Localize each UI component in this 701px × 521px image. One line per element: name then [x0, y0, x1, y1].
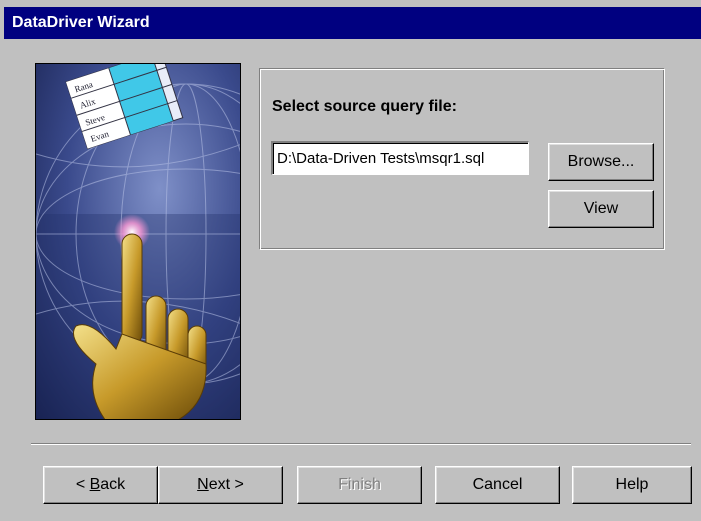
next-label-hotkey: N: [197, 476, 209, 493]
window-title: DataDriver Wizard: [12, 14, 150, 31]
back-label-rest: ack: [100, 476, 126, 493]
wizard-window: DataDriver Wizard Rana Alix Steve Evan S…: [0, 0, 701, 521]
footer-separator: [31, 443, 691, 445]
back-label-hotkey: B: [89, 476, 101, 493]
next-button[interactable]: Next >: [158, 466, 283, 504]
cancel-button[interactable]: Cancel: [435, 466, 560, 504]
back-label-prefix: <: [75, 476, 90, 493]
pointing-hand-globe-icon: Rana Alix Steve Evan: [36, 64, 240, 419]
select-query-label: Select source query file:: [272, 98, 457, 115]
help-button[interactable]: Help: [572, 466, 692, 504]
view-button[interactable]: View: [548, 190, 654, 228]
browse-button[interactable]: Browse...: [548, 143, 654, 181]
next-label-rest: ext >: [208, 476, 244, 493]
title-bar: DataDriver Wizard: [4, 7, 701, 39]
wizard-illustration: Rana Alix Steve Evan: [35, 63, 241, 420]
query-file-path-input[interactable]: [271, 141, 529, 175]
back-button[interactable]: < Back: [43, 466, 158, 504]
finish-button[interactable]: Finish: [297, 466, 422, 504]
